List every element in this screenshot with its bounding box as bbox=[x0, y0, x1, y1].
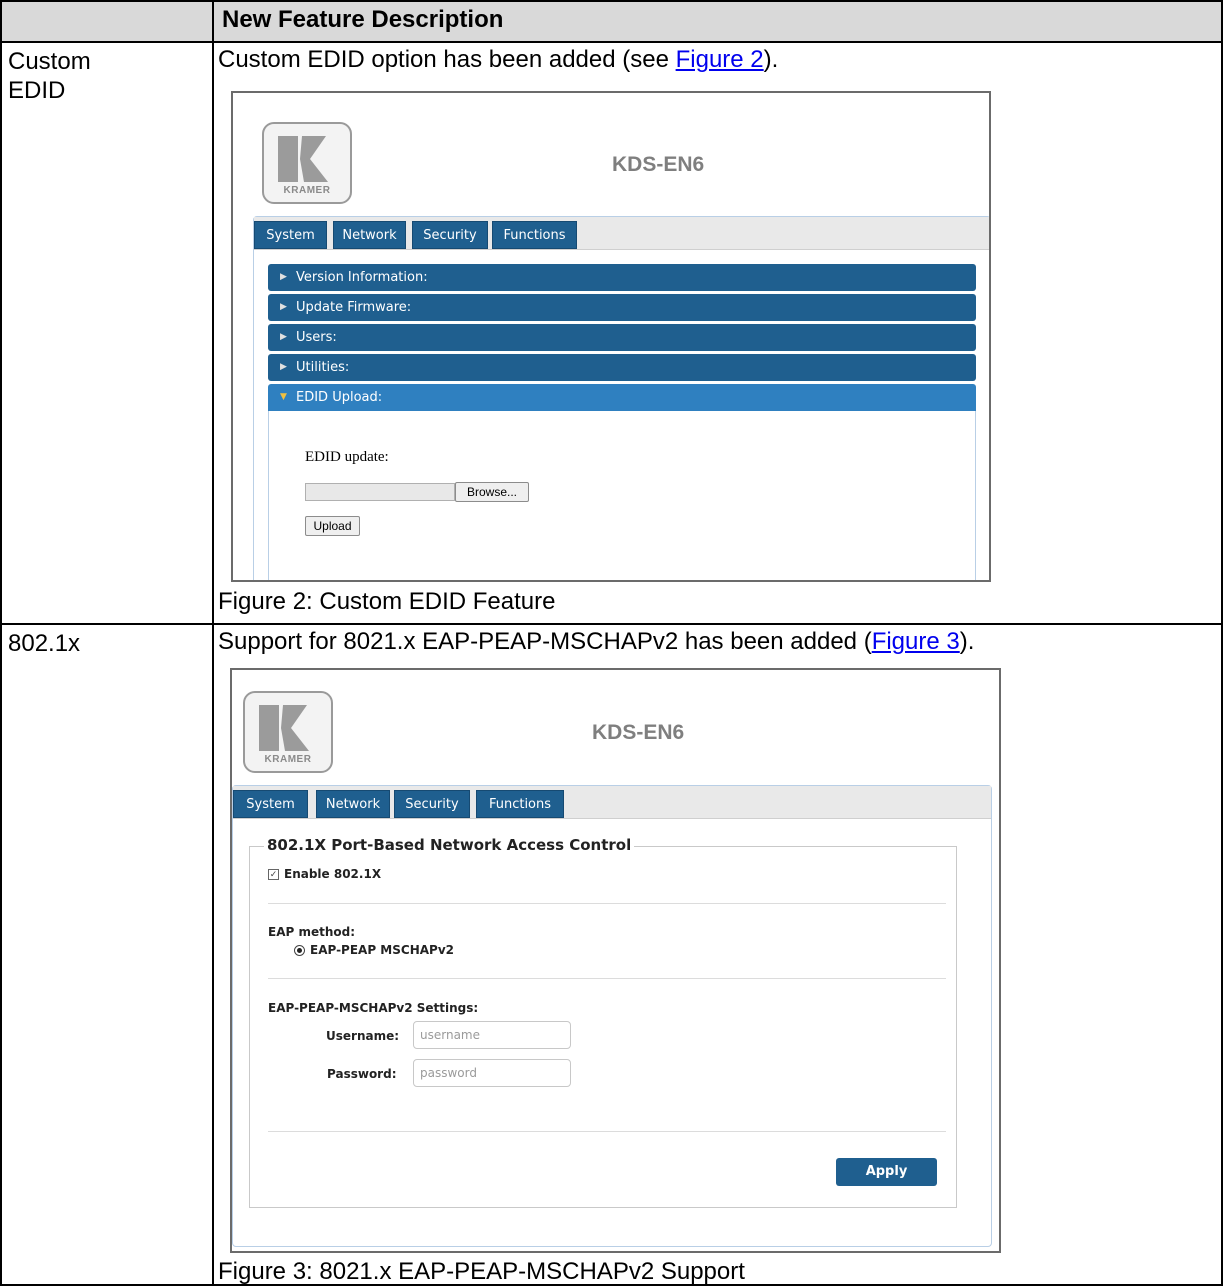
feature-name-custom-edid: Custom EDID bbox=[0, 41, 214, 626]
feature-description: Custom EDID option has been added (see F… bbox=[218, 46, 778, 74]
header-cell-description: New Feature Description bbox=[212, 0, 1223, 44]
enable-802-1x-label: Enable 802.1X bbox=[284, 867, 382, 882]
accordion-utilities[interactable]: ▶ Utilities: bbox=[268, 354, 976, 382]
main-panel: System Network Security Functions ▶ Versi… bbox=[253, 216, 989, 581]
accordion-label: EDID Upload: bbox=[296, 390, 383, 406]
caret-right-icon: ▶ bbox=[280, 332, 287, 343]
username-input[interactable]: username bbox=[413, 1021, 571, 1050]
browse-button[interactable]: Browse... bbox=[455, 482, 529, 503]
caret-down-icon: ▼ bbox=[280, 392, 287, 403]
description-text-end: ). bbox=[959, 628, 975, 656]
port-access-fieldset: 802.1X Port-Based Network Access Control… bbox=[249, 836, 957, 1209]
caret-right-icon: ▶ bbox=[280, 362, 287, 373]
device-title: KDS-EN6 bbox=[592, 721, 685, 745]
description-text-end: ). bbox=[763, 46, 779, 74]
accordion-label: Version Information: bbox=[296, 270, 428, 286]
logo-text: KRAMER bbox=[283, 185, 331, 197]
kramer-k-icon bbox=[259, 705, 309, 752]
caret-right-icon: ▶ bbox=[280, 302, 287, 313]
header-cell-empty bbox=[0, 0, 214, 44]
table-row: Custom EDID Custom EDID option has been … bbox=[0, 41, 1223, 626]
figure-2-link[interactable]: Figure 2 bbox=[676, 46, 764, 73]
kramer-logo: KRAMER bbox=[262, 122, 352, 205]
tab-functions[interactable]: Functions bbox=[476, 790, 564, 819]
tab-network[interactable]: Network bbox=[333, 221, 406, 250]
device-title: KDS-EN6 bbox=[612, 153, 705, 177]
figure-2-screenshot: KRAMER KDS-EN6 System Network Security F… bbox=[231, 91, 991, 583]
accordion-version-information[interactable]: ▶ Version Information: bbox=[268, 264, 976, 292]
divider bbox=[268, 978, 946, 980]
description-text: Support for 8021.x EAP-PEAP-MSCHAPv2 has… bbox=[218, 628, 872, 656]
kramer-k-icon bbox=[278, 136, 328, 183]
tab-bar: System Network Security Functions bbox=[233, 786, 991, 820]
logo-text: KRAMER bbox=[264, 754, 312, 766]
table-header-row: New Feature Description bbox=[0, 0, 1223, 44]
edid-file-field[interactable] bbox=[305, 483, 455, 502]
eap-peap-option-label: EAP-PEAP MSCHAPv2 bbox=[310, 943, 454, 958]
figure-2-caption: Figure 2: Custom EDID Feature bbox=[218, 588, 556, 616]
edid-upload-body: EDID update: Browse... Upload bbox=[268, 411, 976, 581]
apply-button[interactable]: Apply bbox=[836, 1158, 937, 1187]
accordion-label: Update Firmware: bbox=[296, 300, 412, 316]
figure-3-screenshot: KRAMER KDS-EN6 System Network Security F… bbox=[230, 668, 1001, 1254]
accordion-update-firmware[interactable]: ▶ Update Firmware: bbox=[268, 294, 976, 322]
password-input[interactable]: password bbox=[413, 1059, 571, 1088]
feature-table: New Feature Description Custom EDID Cust… bbox=[0, 0, 1223, 1286]
kramer-logo: KRAMER bbox=[243, 691, 333, 774]
eap-peap-radio[interactable] bbox=[294, 945, 305, 957]
accordion-label: Utilities: bbox=[296, 360, 350, 376]
fieldset-legend: 802.1X Port-Based Network Access Control bbox=[264, 836, 635, 855]
tab-network[interactable]: Network bbox=[316, 790, 390, 819]
accordion-users[interactable]: ▶ Users: bbox=[268, 324, 976, 352]
settings-label: EAP-PEAP-MSCHAPv2 Settings: bbox=[268, 1001, 479, 1016]
tab-system[interactable]: System bbox=[254, 221, 327, 250]
accordion-edid-upload[interactable]: ▼ EDID Upload: bbox=[268, 384, 976, 412]
tab-security[interactable]: Security bbox=[412, 221, 488, 250]
table-row: 802.1x Support for 8021.x EAP-PEAP-MSCHA… bbox=[0, 623, 1223, 1286]
tab-functions[interactable]: Functions bbox=[492, 221, 577, 250]
figure-3-caption: Figure 3: 8021.x EAP-PEAP-MSCHAPv2 Suppo… bbox=[218, 1258, 745, 1286]
divider bbox=[268, 903, 946, 905]
upload-button[interactable]: Upload bbox=[305, 516, 360, 537]
accordion-label: Users: bbox=[296, 330, 337, 346]
feature-description-cell: Support for 8021.x EAP-PEAP-MSCHAPv2 has… bbox=[212, 623, 1223, 1286]
tab-system[interactable]: System bbox=[233, 790, 308, 819]
main-panel: System Network Security Functions 802.1X… bbox=[232, 785, 992, 1248]
eap-method-label: EAP method: bbox=[268, 925, 356, 940]
tab-security[interactable]: Security bbox=[394, 790, 470, 819]
divider bbox=[268, 1131, 946, 1133]
figure-3-link[interactable]: Figure 3 bbox=[872, 628, 960, 655]
username-label: Username: bbox=[326, 1029, 400, 1044]
enable-802-1x-checkbox[interactable]: ✓ bbox=[268, 869, 279, 881]
caret-right-icon: ▶ bbox=[280, 272, 287, 283]
description-text: Custom EDID option has been added (see bbox=[218, 46, 676, 74]
edid-update-label: EDID update: bbox=[305, 449, 389, 466]
feature-name-802-1x: 802.1x bbox=[0, 623, 214, 1286]
password-label: Password: bbox=[327, 1067, 397, 1082]
tab-bar: System Network Security Functions bbox=[254, 217, 989, 251]
feature-description-cell: Custom EDID option has been added (see F… bbox=[212, 41, 1223, 626]
feature-description: Support for 8021.x EAP-PEAP-MSCHAPv2 has… bbox=[218, 628, 974, 656]
